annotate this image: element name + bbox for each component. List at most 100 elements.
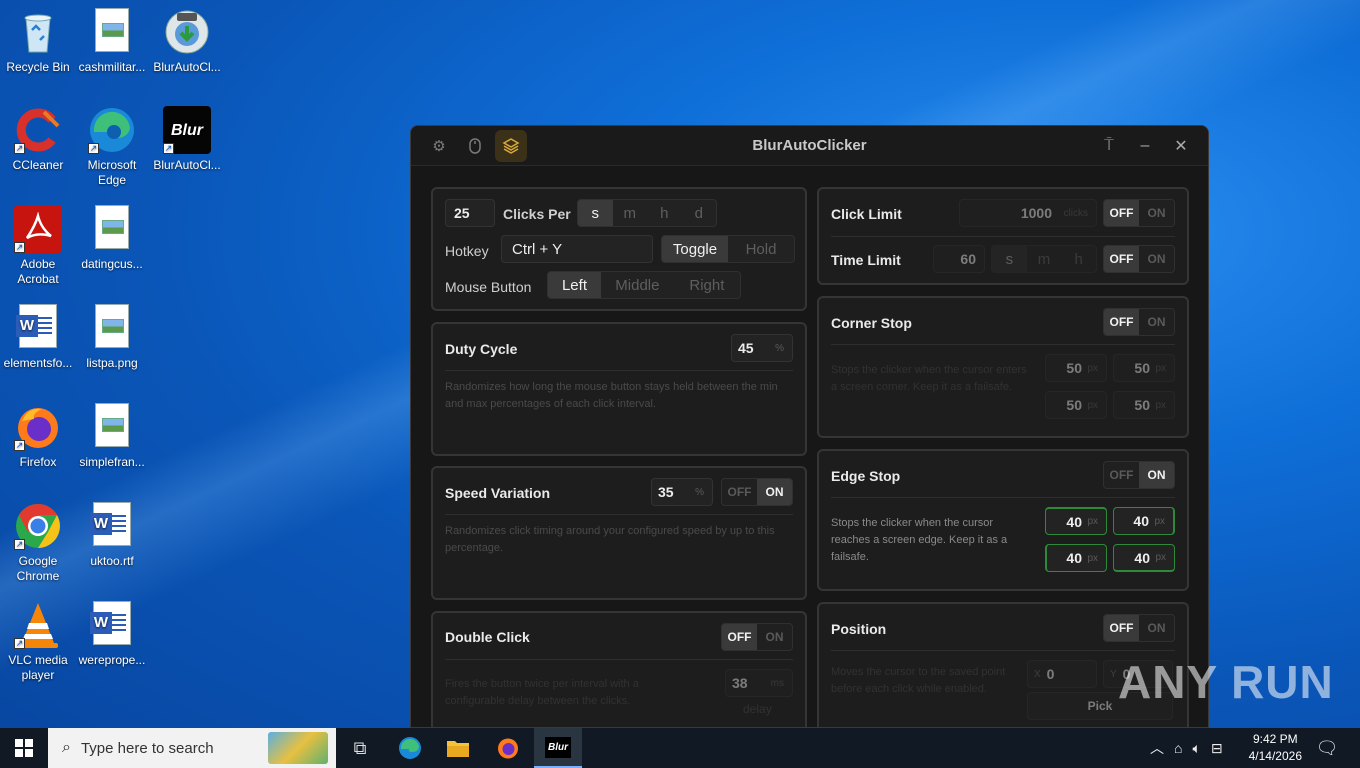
close-button[interactable]: ✕ xyxy=(1169,134,1193,158)
desktop-icon-ccleaner[interactable]: ↗ CCleaner xyxy=(0,106,76,173)
desktop-icon-uktoo[interactable]: W uktoo.rtf xyxy=(74,502,150,569)
toggle-on[interactable]: ON xyxy=(1139,246,1174,272)
unit-d[interactable]: d xyxy=(682,200,717,226)
corner-top-left-input[interactable]: 50 px xyxy=(1045,354,1107,382)
corner-top-right-input[interactable]: 50 px xyxy=(1113,354,1175,382)
position-toggle[interactable]: OFF ON xyxy=(1103,614,1175,642)
double-click-toggle[interactable]: OFF ON xyxy=(721,623,793,651)
time-limit-input[interactable]: 60 xyxy=(933,245,985,273)
edge-right-input[interactable]: 40 px xyxy=(1113,507,1175,535)
time-limit-toggle[interactable]: OFF ON xyxy=(1103,245,1175,273)
desktop-icon-simplefran[interactable]: simplefran... xyxy=(74,403,150,470)
double-click-delay-input[interactable]: 38 ms xyxy=(725,669,793,697)
minimize-button[interactable]: – xyxy=(1133,134,1157,158)
desktop-icon-vlc[interactable]: ↗ VLC media player xyxy=(0,601,76,683)
mode-toggle[interactable]: Toggle xyxy=(662,236,728,262)
acrobat-icon: ↗ xyxy=(14,205,62,253)
shortcut-arrow-icon: ↗ xyxy=(14,638,25,649)
mouse-right[interactable]: Right xyxy=(674,272,740,298)
desktop-icon-acrobat[interactable]: ↗ Adobe Acrobat xyxy=(0,205,76,287)
close-icon: ✕ xyxy=(1174,138,1188,155)
toggle-on[interactable]: ON xyxy=(1139,615,1174,641)
toggle-off[interactable]: OFF xyxy=(722,624,757,650)
desktop-icon-elementsfo[interactable]: W elementsfo... xyxy=(0,304,76,371)
desktop-icon-recycle-bin[interactable]: Recycle Bin xyxy=(0,8,76,75)
toggle-off[interactable]: OFF xyxy=(1104,246,1139,272)
desktop-icon-cashmilitar[interactable]: cashmilitar... xyxy=(74,8,150,75)
toggle-on[interactable]: ON xyxy=(757,624,792,650)
toggle-off[interactable]: OFF xyxy=(1104,200,1139,226)
desktop-icon-datingcus[interactable]: datingcus... xyxy=(74,205,150,272)
desktop-icon-werepropre[interactable]: W wereprope... xyxy=(74,601,150,668)
taskbar-edge[interactable] xyxy=(386,728,434,768)
toggle-on[interactable]: ON xyxy=(757,479,792,505)
mode-hold[interactable]: Hold xyxy=(728,236,794,262)
edge-stop-title: Edge Stop xyxy=(831,468,901,484)
desktop-icon-firefox[interactable]: ↗ Firefox xyxy=(0,403,76,470)
hotkey-input[interactable]: Ctrl + Y xyxy=(501,235,653,263)
mouse-left[interactable]: Left xyxy=(548,272,601,298)
duty-cycle-input[interactable]: 45% xyxy=(731,334,793,362)
word-file-icon: W xyxy=(88,502,136,550)
network-icon[interactable]: ⌂ xyxy=(1174,740,1182,756)
desktop-icon-listpa[interactable]: listpa.png xyxy=(74,304,150,371)
search-icon: ⌕ xyxy=(62,739,71,756)
edge-bottom-input[interactable]: 40 px xyxy=(1113,544,1175,572)
click-limit-toggle[interactable]: OFF ON xyxy=(1103,199,1175,227)
corner-bottom-left-input[interactable]: 50 px xyxy=(1045,391,1107,419)
volume-icon[interactable]: 🔈︎ xyxy=(1192,740,1200,757)
speed-variation-input[interactable]: 35% xyxy=(651,478,713,506)
click-limit-input[interactable]: 1000 clicks xyxy=(959,199,1097,227)
toggle-off[interactable]: OFF xyxy=(722,479,757,505)
recycle-bin-icon xyxy=(14,8,62,56)
title-bar[interactable]: ⚙ BlurAutoClicker ⍑ – ✕ xyxy=(411,126,1208,166)
mouse-middle[interactable]: Middle xyxy=(601,272,674,298)
time-limit-unit-selector[interactable]: s m h xyxy=(991,245,1097,273)
hotkey-mode-selector[interactable]: Toggle Hold xyxy=(661,235,795,263)
toggle-off[interactable]: OFF xyxy=(1104,462,1139,488)
shortcut-arrow-icon: ↗ xyxy=(88,143,99,154)
edge-left-input[interactable]: 40 px xyxy=(1045,544,1107,572)
image-file-icon xyxy=(88,304,136,352)
taskbar-search-box[interactable]: ⌕ Type here to search xyxy=(48,728,336,768)
desktop-icon-edge[interactable]: ↗ Microsoft Edge xyxy=(74,106,150,188)
start-button[interactable] xyxy=(0,728,48,768)
corner-bottom-right-input[interactable]: 50 px xyxy=(1113,391,1175,419)
taskbar-firefox[interactable] xyxy=(484,728,532,768)
clicks-value-input[interactable]: 25 xyxy=(445,199,495,227)
desktop-icon-label: Microsoft Edge xyxy=(87,158,137,187)
unit-s[interactable]: s xyxy=(578,200,613,226)
position-x-input[interactable]: X0 xyxy=(1027,660,1097,688)
pin-button[interactable]: ⍑ xyxy=(1097,134,1121,158)
desktop-icon-blurautoclicker[interactable]: Blur ↗ BlurAutoCl... xyxy=(149,106,225,173)
edge-top-input[interactable]: 40 px xyxy=(1045,507,1107,535)
corner-stop-toggle[interactable]: OFF ON xyxy=(1103,308,1175,336)
unit-m[interactable]: m xyxy=(613,200,648,226)
unit-h[interactable]: h xyxy=(647,200,682,226)
toggle-on[interactable]: ON xyxy=(1139,462,1174,488)
language-icon[interactable]: ⊟ xyxy=(1211,740,1223,757)
pin-icon: ⍑ xyxy=(1104,137,1114,154)
toggle-on[interactable]: ON xyxy=(1139,200,1174,226)
desktop-icon-chrome[interactable]: ↗ Google Chrome xyxy=(0,502,76,584)
speed-variation-description: Randomizes click timing around your conf… xyxy=(445,525,775,554)
edge-stop-toggle[interactable]: OFF ON xyxy=(1103,461,1175,489)
unit-h[interactable]: h xyxy=(1061,246,1096,272)
clicks-unit-selector[interactable]: s m h d xyxy=(577,199,717,227)
task-view-button[interactable]: ⧉ xyxy=(336,728,384,768)
mouse-button-selector[interactable]: Left Middle Right xyxy=(547,271,741,299)
desktop-icon-label: VLC media player xyxy=(8,653,68,682)
toggle-off[interactable]: OFF xyxy=(1104,309,1139,335)
toggle-on[interactable]: ON xyxy=(1139,309,1174,335)
unit-s[interactable]: s xyxy=(992,246,1027,272)
taskbar-blurautoclicker[interactable]: Blur xyxy=(534,728,582,768)
chevron-up-icon[interactable]: ︿ xyxy=(1150,738,1164,758)
taskbar-clock[interactable]: 9:42 PM 4/14/2026 xyxy=(1249,731,1302,765)
taskbar-file-explorer[interactable] xyxy=(434,728,482,768)
desktop-icon-blurautoclicker-installer[interactable]: BlurAutoCl... xyxy=(149,8,225,75)
speed-variation-toggle[interactable]: OFF ON xyxy=(721,478,793,506)
blur-app-icon: Blur ↗ xyxy=(163,106,211,154)
unit-m[interactable]: m xyxy=(1027,246,1062,272)
notification-button[interactable]: 🗨︎ xyxy=(1306,728,1348,768)
toggle-off[interactable]: OFF xyxy=(1104,615,1139,641)
